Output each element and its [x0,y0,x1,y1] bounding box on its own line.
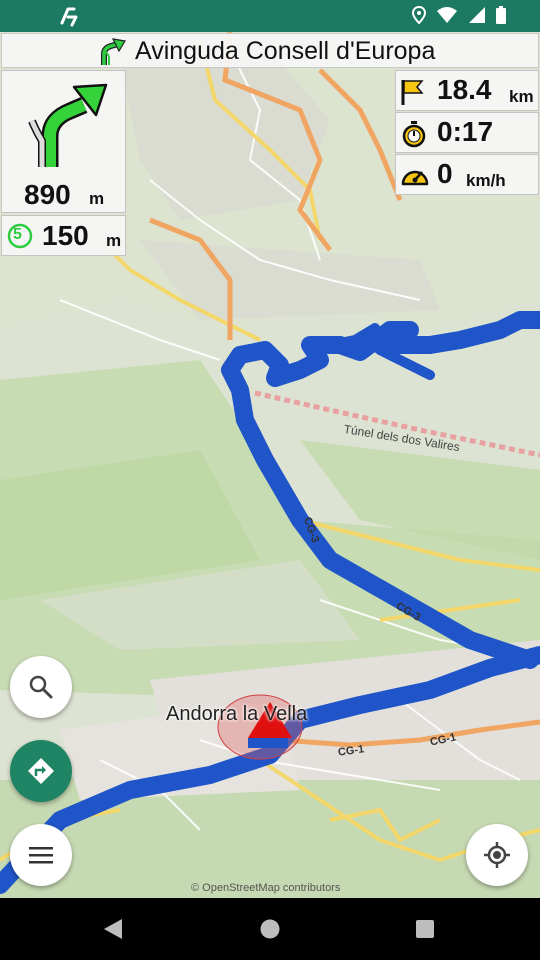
search-button[interactable] [10,656,72,718]
remaining-time-panel[interactable]: 0:17 [395,112,539,153]
stopwatch-icon [402,121,426,148]
status-bar [0,0,540,32]
directions-icon [28,758,54,784]
exit-number: 5 [13,226,22,243]
remaining-distance-panel[interactable]: 18.4 km [395,70,539,111]
cell-signal-icon [469,7,485,23]
flag-icon [401,80,424,105]
exit-unit: m [106,231,122,250]
remaining-distance-value: 18.4 [437,74,492,105]
speed-panel[interactable]: 0 km/h [395,154,539,195]
directions-button[interactable] [10,740,72,802]
system-navigation-bar [0,898,540,960]
menu-button[interactable] [10,824,72,886]
my-location-button[interactable] [466,824,528,886]
home-icon[interactable] [259,918,281,940]
next-turn-distance: 890 [24,179,71,210]
keep-right-turn-icon [101,38,126,65]
exit-panel: 5 150 m [1,215,126,256]
location-pin-icon [412,6,426,24]
recents-icon[interactable] [415,919,435,939]
speedometer-icon [401,170,429,186]
menu-icon [29,847,53,864]
map-attribution[interactable]: © OpenStreetMap contributors [191,882,340,894]
search-icon [29,675,53,699]
speed-unit: km/h [466,171,506,190]
next-turn-panel: 890 m [1,70,126,213]
exit-distance: 150 [42,220,89,251]
wifi-icon [437,7,457,23]
back-icon[interactable] [102,917,124,941]
next-turn-unit: m [89,189,105,208]
town-label: Andorra la Vella [166,703,308,725]
current-street-bar: Avinguda Consell d'Europa [1,33,539,68]
remaining-time-value: 0:17 [437,116,494,147]
remaining-distance-unit: km [509,87,534,106]
app-logo-icon [60,7,78,27]
my-location-icon [484,842,510,868]
battery-icon [496,6,506,24]
keep-right-turn-icon [28,83,108,167]
speed-value: 0 [437,158,453,189]
street-name: Avinguda Consell d'Europa [135,37,436,65]
